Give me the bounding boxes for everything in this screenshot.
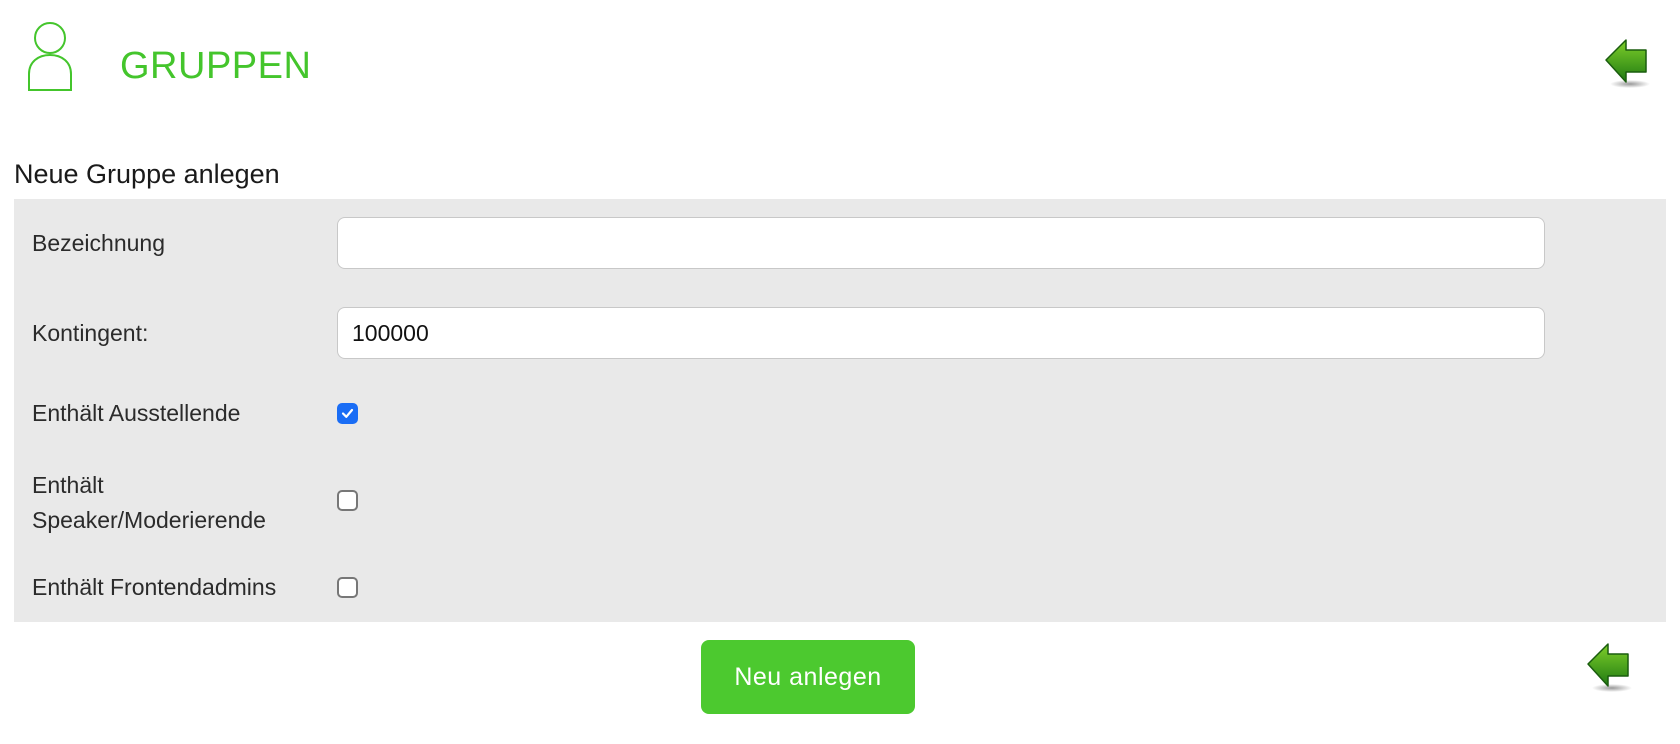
frontendadmins-label: Enthält Frontendadmins (32, 574, 277, 600)
bezeichnung-label: Bezeichnung (32, 230, 165, 256)
form-panel: Bezeichnung Kontingent: Enthält Ausstell… (14, 199, 1666, 622)
speaker-label-line1: Enthält (32, 472, 104, 498)
checkmark-icon (341, 408, 354, 418)
speaker-label-line2: Speaker/Moderierende (32, 507, 266, 533)
frontendadmins-checkbox[interactable] (337, 577, 358, 598)
section-title: Neue Gruppe anlegen (14, 159, 280, 189)
bezeichnung-input[interactable] (337, 217, 1545, 269)
ausstellende-label: Enthält Ausstellende (32, 400, 241, 426)
user-icon (28, 22, 72, 91)
page-title: GRUPPEN (120, 45, 312, 87)
back-arrow-icon[interactable] (1604, 36, 1652, 90)
page-header: GRUPPEN (0, 0, 1680, 120)
back-arrow-icon[interactable] (1586, 640, 1634, 694)
kontingent-label: Kontingent: (32, 320, 149, 346)
kontingent-input[interactable] (337, 307, 1545, 359)
neu-anlegen-button[interactable]: Neu anlegen (701, 640, 915, 714)
ausstellende-checkbox[interactable] (337, 403, 358, 424)
speaker-checkbox[interactable] (337, 490, 358, 511)
